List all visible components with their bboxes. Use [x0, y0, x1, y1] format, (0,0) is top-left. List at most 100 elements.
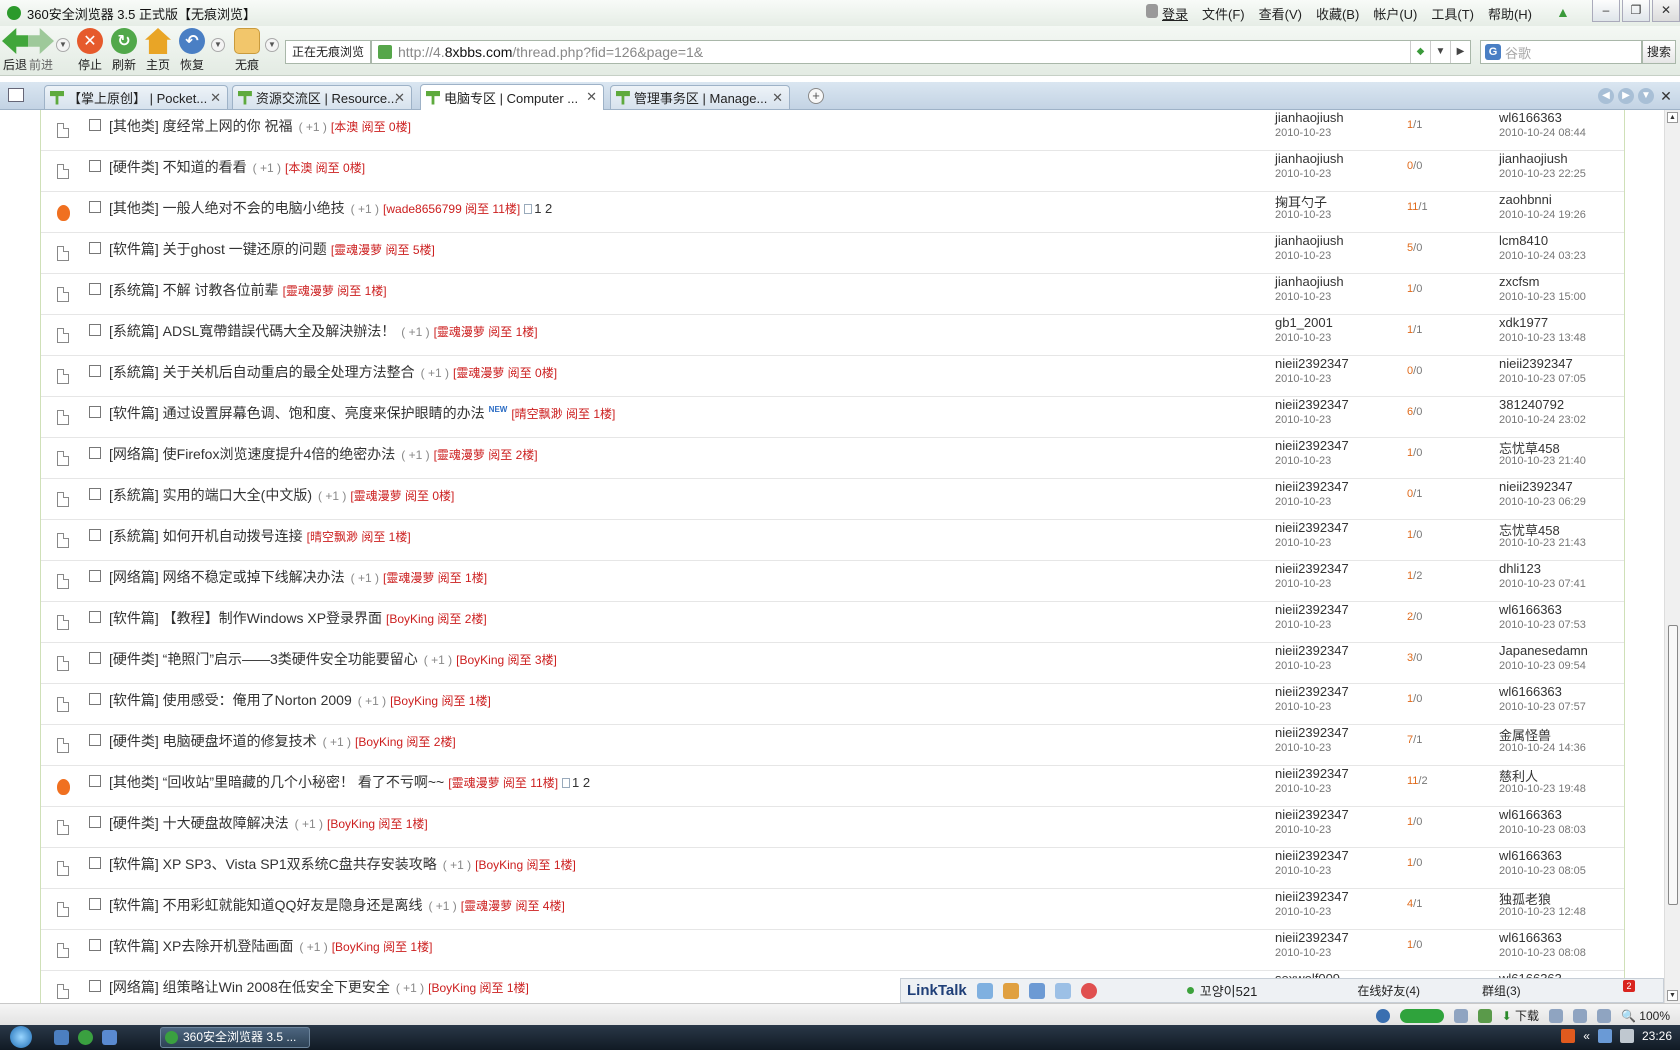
thread-author[interactable]: nieii2392347: [1275, 643, 1349, 658]
tab-close-icon[interactable]: ✕: [586, 89, 597, 105]
tray-app-icon[interactable]: [1561, 1029, 1576, 1043]
thread-author[interactable]: jianhaojiush: [1275, 110, 1344, 125]
thread-category[interactable]: [软件篇]: [109, 938, 159, 954]
last-read-link[interactable]: [靈魂漫萝 阅至 11楼]: [448, 776, 558, 790]
thread-category[interactable]: [系統篇]: [109, 323, 159, 339]
thread-category[interactable]: [网络篇]: [109, 446, 159, 462]
thread-pages[interactable]: 1 2: [524, 201, 552, 216]
last-reply-user[interactable]: wl6166363: [1499, 930, 1562, 945]
search-box[interactable]: G 谷歌: [1480, 40, 1642, 64]
traceless-button[interactable]: 无痕: [232, 28, 262, 73]
thread-checkbox[interactable]: [89, 242, 101, 254]
thread-author[interactable]: nieii2392347: [1275, 438, 1349, 453]
thread-category[interactable]: [系統篇]: [109, 528, 159, 544]
stop-button[interactable]: ✕ 停止: [76, 28, 104, 73]
thread-category[interactable]: [其他类]: [109, 118, 159, 134]
last-read-link[interactable]: [BoyKing 阅至 3楼]: [456, 653, 557, 667]
thread-checkbox[interactable]: [89, 775, 101, 787]
last-reply-user[interactable]: nieii2392347: [1499, 479, 1573, 494]
thread-subject-link[interactable]: 网络不稳定或掉下线解决办法: [163, 569, 345, 585]
thread-subject-link[interactable]: 组策略让Win 2008在低安全下更安全: [163, 979, 390, 995]
last-read-link[interactable]: [靈魂漫萝 阅至 1楼]: [283, 284, 387, 298]
security-shield-icon[interactable]: ◆: [1410, 41, 1430, 63]
url-text[interactable]: http://4.8xbbs.com/thread.php?fid=126&pa…: [398, 44, 703, 60]
scroll-down-icon[interactable]: ▼: [1667, 990, 1678, 1001]
thread-author[interactable]: gb1_2001: [1275, 315, 1333, 330]
download-button[interactable]: ⬇ 下载: [1502, 1007, 1539, 1024]
last-read-link[interactable]: [wade8656799 阅至 11楼]: [383, 202, 520, 216]
thread-category[interactable]: [硬件类]: [109, 733, 159, 749]
thread-author[interactable]: nieii2392347: [1275, 561, 1349, 576]
thread-subject-link[interactable]: ADSL寬帶錯誤代碼大全及解決辦法！: [163, 323, 396, 339]
linktalk-user[interactable]: 꼬양이521: [1186, 981, 1257, 1000]
last-read-link[interactable]: [靈魂漫萝 阅至 0楼]: [453, 366, 557, 380]
tab-pocket[interactable]: 【掌上原创】 | Pocket... ✕: [44, 85, 228, 109]
thread-checkbox[interactable]: [89, 488, 101, 500]
last-reply-user[interactable]: lcm8410: [1499, 233, 1548, 248]
thread-checkbox[interactable]: [89, 324, 101, 336]
thread-subject-link[interactable]: 度经常上网的你 祝福: [163, 118, 293, 134]
last-reply-user[interactable]: jianhaojiush: [1499, 151, 1568, 166]
last-reply-user[interactable]: wl6166363: [1499, 807, 1562, 822]
thread-checkbox[interactable]: [89, 119, 101, 131]
thread-checkbox[interactable]: [89, 365, 101, 377]
thread-checkbox[interactable]: [89, 816, 101, 828]
tab-resource[interactable]: 资源交流区 | Resource... ✕: [232, 85, 412, 109]
network-icon[interactable]: [1597, 1029, 1612, 1043]
last-reply-user[interactable]: wl6166363: [1499, 602, 1562, 617]
menu-login[interactable]: 登录: [1162, 4, 1188, 23]
thread-author[interactable]: jianhaojiush: [1275, 274, 1344, 289]
last-read-link[interactable]: [BoyKing 阅至 2楼]: [355, 735, 456, 749]
last-read-link[interactable]: [靈魂漫萝 阅至 0楼]: [350, 489, 454, 503]
thread-author[interactable]: nieii2392347: [1275, 848, 1349, 863]
thread-subject-link[interactable]: 关于ghost 一键还原的问题: [163, 241, 327, 257]
url-dropdown-icon[interactable]: ▼: [1430, 41, 1450, 63]
refresh-button[interactable]: ↻ 刷新: [110, 28, 138, 73]
thread-subject-link[interactable]: 实用的端口大全(中文版): [163, 487, 312, 503]
thread-checkbox[interactable]: [89, 857, 101, 869]
forward-button[interactable]: 前进: [28, 28, 54, 73]
thread-pages[interactable]: 1 2: [562, 775, 590, 790]
home-button[interactable]: 主页: [144, 28, 172, 73]
thread-author[interactable]: nieii2392347: [1275, 930, 1349, 945]
thread-category[interactable]: [软件篇]: [109, 405, 159, 421]
last-read-link[interactable]: [靈魂漫萝 阅至 5楼]: [331, 243, 435, 257]
thread-checkbox[interactable]: [89, 160, 101, 172]
go-icon[interactable]: ▶: [1450, 41, 1470, 63]
edit-icon[interactable]: [1028, 982, 1045, 999]
tab-menu-icon[interactable]: [8, 88, 24, 102]
restore-dropdown-icon[interactable]: ▼: [211, 38, 225, 52]
window-icon[interactable]: [1549, 1008, 1564, 1023]
explorer-quicklaunch-icon[interactable]: [102, 1030, 117, 1045]
last-read-link[interactable]: [本澳 阅至 0楼]: [331, 120, 411, 134]
last-read-link[interactable]: [本澳 阅至 0楼]: [285, 161, 365, 175]
taskbar-browser-item[interactable]: 360安全浏览器 3.5 ...: [160, 1027, 310, 1048]
show-desktop-icon[interactable]: [54, 1030, 69, 1045]
thread-subject-link[interactable]: 通过设置屏幕色调、饱和度、亮度来保护眼睛的办法: [163, 405, 485, 421]
search-input[interactable]: 谷歌: [1505, 43, 1531, 62]
thread-subject-link[interactable]: “艳照门”启示——3类硬件安全功能要留心: [163, 651, 418, 667]
search-button[interactable]: 搜索: [1642, 40, 1676, 64]
thread-checkbox[interactable]: [89, 406, 101, 418]
last-reply-user[interactable]: zxcfsm: [1499, 274, 1539, 289]
last-read-link[interactable]: [靈魂漫萝 阅至 1楼]: [383, 571, 487, 585]
last-read-link[interactable]: [BoyKing 阅至 1楼]: [428, 981, 529, 995]
clock[interactable]: 23:26: [1642, 1029, 1672, 1043]
menu-view[interactable]: 查看(V): [1259, 4, 1302, 23]
menu-account[interactable]: 帐户(U): [1373, 4, 1417, 23]
online-friends-button[interactable]: 在线好友(4): [1357, 982, 1420, 999]
last-reply-user[interactable]: 381240792: [1499, 397, 1564, 412]
thread-subject-link[interactable]: 使Firefox浏览速度提升4倍的绝密办法: [163, 446, 396, 462]
close-all-tabs-icon[interactable]: ✕: [1658, 88, 1674, 104]
last-reply-user[interactable]: wl6166363: [1499, 110, 1562, 125]
minimize-button[interactable]: –: [1592, 0, 1620, 22]
volume-icon[interactable]: [1619, 1029, 1634, 1043]
last-reply-user[interactable]: zaohbnni: [1499, 192, 1552, 207]
thread-author[interactable]: nieii2392347: [1275, 602, 1349, 617]
thread-subject-link[interactable]: 不知道的看看: [163, 159, 247, 175]
tab-computer[interactable]: 电脑专区 | Computer ... ✕: [420, 84, 604, 110]
vertical-scrollbar[interactable]: ▲ ▼: [1664, 110, 1680, 1003]
menu-file[interactable]: 文件(F): [1202, 4, 1245, 23]
last-reply-user[interactable]: xdk1977: [1499, 315, 1548, 330]
thread-category[interactable]: [软件篇]: [109, 692, 159, 708]
